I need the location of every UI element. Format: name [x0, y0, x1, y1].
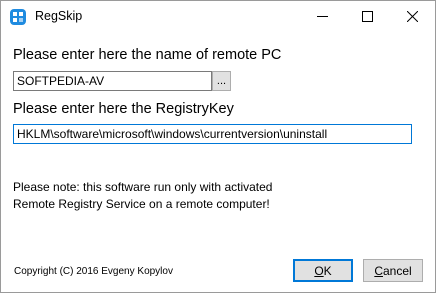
ok-label-rest: K: [323, 263, 332, 278]
service-note-line1: Please note: this software run only with…: [13, 180, 273, 194]
ok-button[interactable]: OK: [293, 259, 353, 282]
maximize-button[interactable]: [345, 1, 390, 32]
service-note-line2: Remote Registry Service on a remote comp…: [13, 197, 270, 211]
browse-pc-button[interactable]: ...: [212, 71, 231, 91]
window-title: RegSkip: [35, 9, 83, 23]
regskip-app-icon: [10, 9, 26, 25]
close-icon: [407, 11, 418, 22]
cancel-accelerator: C: [374, 263, 383, 278]
registry-key-label: Please enter here the RegistryKey: [13, 101, 234, 117]
maximize-icon: [362, 11, 373, 22]
regskip-window: RegSkip Please enter here the name of re…: [0, 0, 436, 293]
ok-accelerator: O: [314, 263, 324, 278]
close-button[interactable]: [390, 1, 435, 32]
registry-key-input[interactable]: [13, 124, 412, 144]
cancel-label-rest: ancel: [382, 263, 412, 278]
remote-pc-label: Please enter here the name of remote PC: [13, 47, 282, 63]
remote-pc-input[interactable]: [13, 71, 212, 91]
cancel-button[interactable]: Cancel: [363, 259, 423, 282]
copyright-text: Copyright (C) 2016 Evgeny Kopylov: [14, 266, 173, 277]
service-note: Please note: this software run only with…: [13, 179, 272, 213]
minimize-button[interactable]: [300, 1, 345, 32]
minimize-icon: [317, 16, 328, 17]
title-bar[interactable]: RegSkip: [1, 1, 435, 32]
